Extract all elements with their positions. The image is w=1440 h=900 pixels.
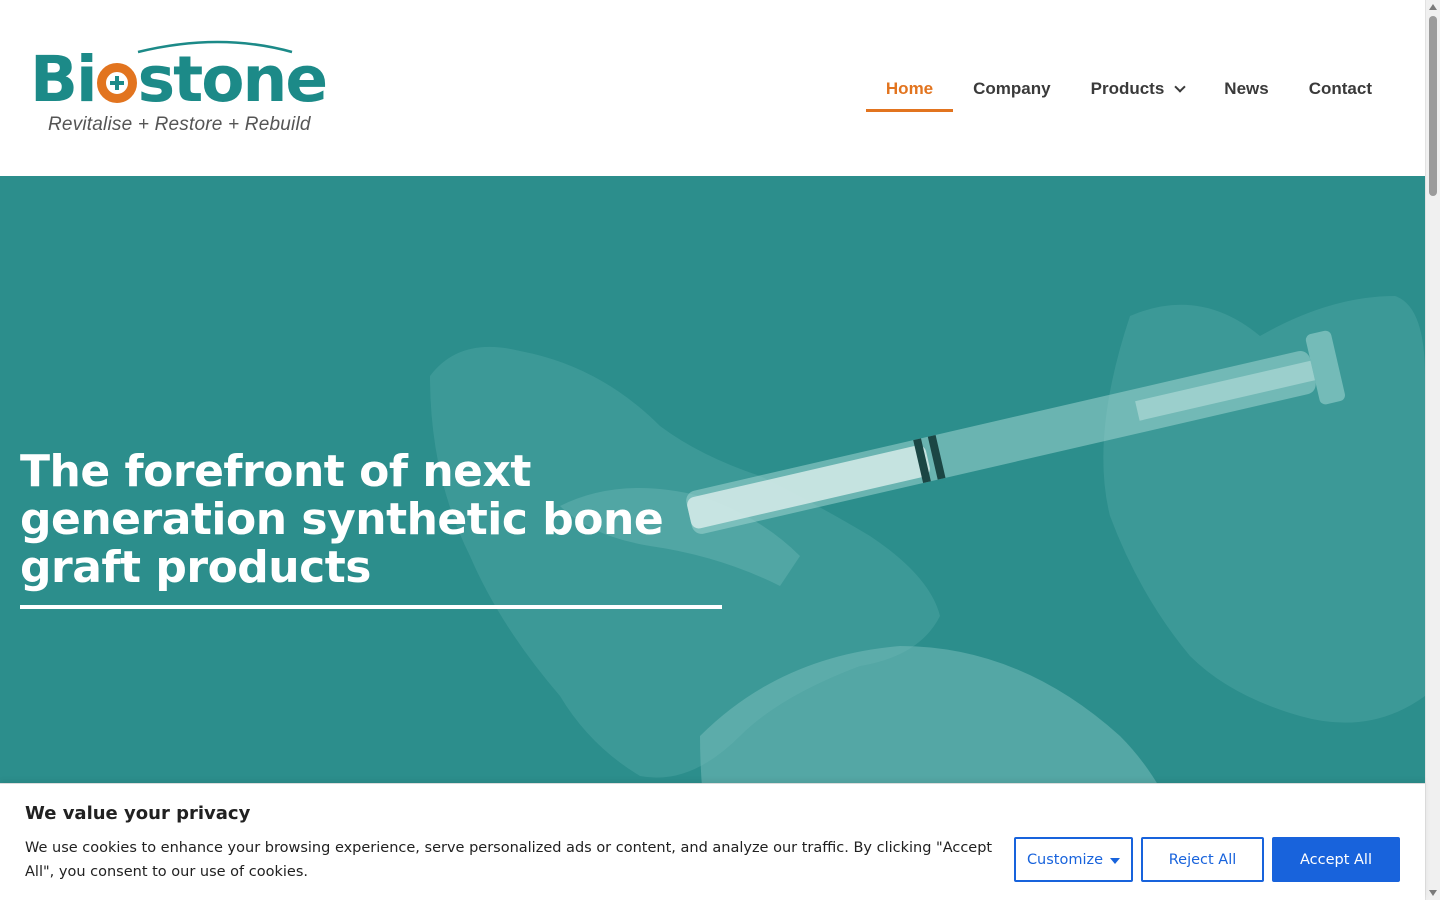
cookie-consent-banner: We value your privacy We use cookies to … <box>0 783 1425 900</box>
scroll-thumb[interactable] <box>1429 16 1437 196</box>
cookie-banner-title: We value your privacy <box>25 803 251 824</box>
chevron-down-icon <box>1174 80 1186 93</box>
nav-item-company[interactable]: Company <box>953 66 1070 112</box>
scroll-down-arrow-icon[interactable] <box>1429 890 1437 896</box>
logo-tagline: Revitalise + Restore + Rebuild <box>48 114 311 135</box>
nav-item-contact[interactable]: Contact <box>1289 66 1392 112</box>
logo-plus-circle-icon <box>96 63 137 103</box>
logo-wordmark: Bi stone <box>30 43 328 116</box>
main-nav: Home Company Products News Contact <box>865 66 1392 112</box>
cookie-banner-text: We use cookies to enhance your browsing … <box>25 840 993 880</box>
biostone-logo[interactable]: Bi stone Revitalise + Restore + Rebuild <box>30 38 340 138</box>
customize-button[interactable]: Customize <box>1014 837 1133 882</box>
nav-item-products[interactable]: Products <box>1071 66 1205 112</box>
scroll-up-arrow-icon[interactable] <box>1429 4 1437 10</box>
site-header: Bi stone Revitalise + Restore + Rebuild H… <box>0 0 1425 176</box>
nav-item-home[interactable]: Home <box>865 66 954 112</box>
accept-all-button[interactable]: Accept All <box>1272 837 1400 882</box>
page-scrollbar[interactable] <box>1425 0 1440 900</box>
hero-title: The forefront of next generation synthet… <box>20 446 664 593</box>
nav-item-news[interactable]: News <box>1204 66 1288 112</box>
reject-all-button[interactable]: Reject All <box>1141 837 1264 882</box>
caret-down-icon <box>1110 857 1121 864</box>
hero-underline-divider <box>20 605 722 609</box>
